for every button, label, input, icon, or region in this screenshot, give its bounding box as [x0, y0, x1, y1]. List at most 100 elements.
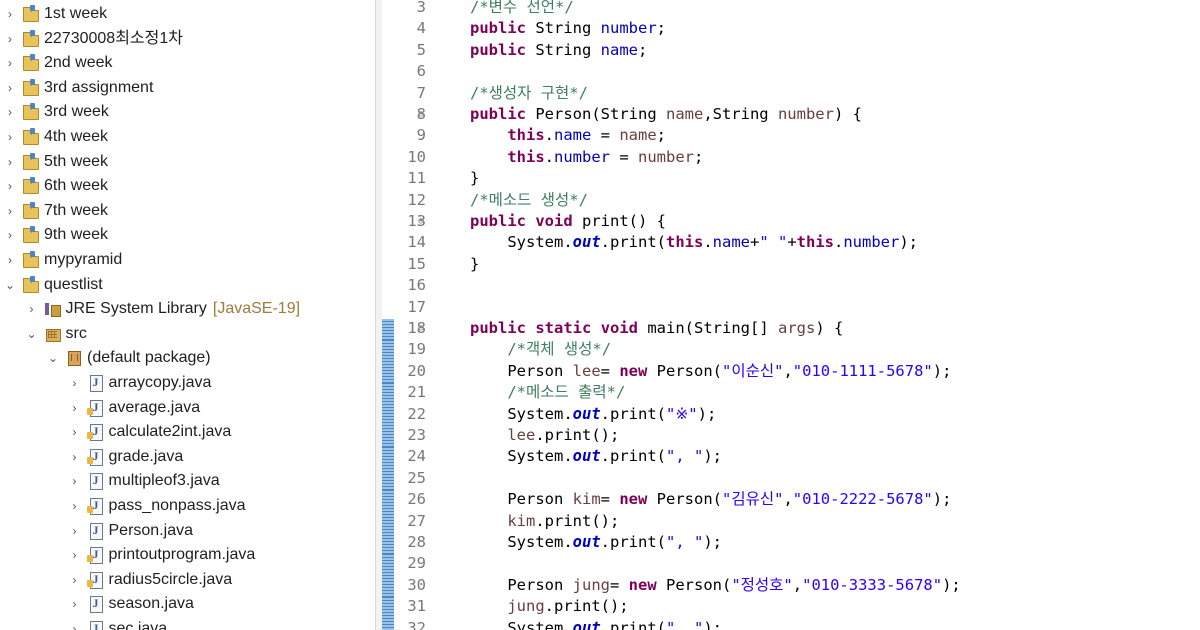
code-line[interactable]: 4 public String number; — [382, 18, 1200, 39]
chevron-right-icon[interactable]: › — [3, 7, 17, 21]
tree-item[interactable]: › sec.java — [0, 617, 375, 630]
tree-item[interactable]: ⌄ src — [0, 322, 375, 346]
code-editor[interactable]: 3 /*변수 선언*/ 4 public String number; 5 public … — [382, 0, 1200, 630]
code-token: ; — [656, 126, 666, 145]
tree-item[interactable]: › 3rd assignment — [0, 76, 375, 100]
chevron-right-icon[interactable]: › — [3, 130, 17, 144]
code-line[interactable]: 30 Person jung= new Person("정성호","010-33… — [382, 575, 1200, 596]
chevron-right-icon[interactable]: › — [68, 401, 82, 415]
tree-item[interactable]: › multipleof3.java — [0, 469, 375, 493]
tree-item-label: 3rd assignment — [44, 78, 154, 96]
tree-item[interactable]: › Person.java — [0, 519, 375, 543]
tree-item[interactable]: › mypyramid — [0, 248, 375, 272]
chevron-right-icon[interactable]: › — [68, 376, 82, 390]
code-line[interactable]: 18 ⊖ public static void main(String[] args… — [382, 318, 1200, 339]
tree-item[interactable]: › calculate2int.java — [0, 420, 375, 444]
code-line[interactable]: 22 System.out.print("※"); — [382, 404, 1200, 425]
chevron-right-icon[interactable]: › — [3, 204, 17, 218]
tree-item[interactable]: › 1st week — [0, 2, 375, 26]
tree-item[interactable]: › average.java — [0, 396, 375, 420]
code-line[interactable]: 25 — [382, 468, 1200, 489]
chevron-down-icon[interactable]: ⌄ — [3, 278, 17, 292]
chevron-down-icon[interactable]: ⌄ — [46, 351, 60, 365]
tree-item[interactable]: › 5th week — [0, 150, 375, 174]
code-line[interactable]: 15} — [382, 254, 1200, 275]
chevron-right-icon[interactable]: › — [68, 450, 82, 464]
chevron-right-icon[interactable]: › — [3, 56, 17, 70]
java-file-icon — [86, 423, 105, 442]
code-text: this.number = number; — [470, 147, 703, 168]
tree-item[interactable]: › JRE System Library [JavaSE-19] — [0, 297, 375, 321]
chevron-right-icon[interactable]: › — [3, 105, 17, 119]
tree-item[interactable]: › printoutprogram.java — [0, 543, 375, 567]
tree-item[interactable]: › radius5circle.java — [0, 568, 375, 592]
code-token: lee — [572, 361, 601, 380]
chevron-right-icon[interactable]: › — [68, 524, 82, 538]
code-line[interactable]: 32 System.out.print(", "); — [382, 618, 1200, 630]
chevron-right-icon[interactable]: › — [25, 302, 39, 316]
code-token: "010-1111-5678" — [792, 361, 933, 380]
code-line[interactable]: 16 — [382, 275, 1200, 296]
code-line[interactable]: 14 System.out.print(this.name+" "+this.n… — [382, 232, 1200, 253]
fold-collapse-icon[interactable]: ⊖ — [418, 211, 424, 232]
code-line[interactable]: 3 /*변수 선언*/ — [382, 0, 1200, 18]
chevron-right-icon[interactable]: › — [68, 573, 82, 587]
chevron-right-icon[interactable]: › — [3, 81, 17, 95]
code-line[interactable]: 9 this.name = name; — [382, 125, 1200, 146]
tree-item[interactable]: › 3rd week — [0, 100, 375, 124]
code-text: Person jung= new Person("정성호","010-3333-… — [470, 575, 960, 596]
code-line[interactable]: 11} — [382, 168, 1200, 189]
code-line[interactable]: 6 — [382, 61, 1200, 82]
tree-item[interactable]: › grade.java — [0, 445, 375, 469]
code-line[interactable]: 31 jung.print(); — [382, 596, 1200, 617]
tree-item[interactable]: ⌄ (default package) — [0, 346, 375, 370]
code-line[interactable]: 21 /*메소드 출력*/ — [382, 382, 1200, 403]
chevron-right-icon[interactable]: › — [3, 32, 17, 46]
code-line[interactable]: 7 /*생성자 구현*/ — [382, 83, 1200, 104]
chevron-right-icon[interactable]: › — [68, 597, 82, 611]
code-line[interactable]: 12 /*메소드 생성*/ — [382, 190, 1200, 211]
chevron-right-icon[interactable]: › — [3, 228, 17, 242]
chevron-right-icon[interactable]: › — [68, 499, 82, 513]
code-token: + — [787, 233, 797, 252]
chevron-right-icon[interactable]: › — [68, 425, 82, 439]
tree-item[interactable]: › 7th week — [0, 199, 375, 223]
tree-item[interactable]: › 2nd week — [0, 51, 375, 75]
code-line[interactable]: 8 ⊖ public Person(String name,String numbe… — [382, 104, 1200, 125]
tree-item[interactable]: ⌄ questlist — [0, 273, 375, 297]
code-line[interactable]: 5 public String name; — [382, 40, 1200, 61]
code-line[interactable]: 28 System.out.print(", "); — [382, 532, 1200, 553]
chevron-down-icon[interactable]: ⌄ — [25, 327, 39, 341]
tree-item[interactable]: › 4th week — [0, 125, 375, 149]
tree-item[interactable]: › 6th week — [0, 174, 375, 198]
chevron-right-icon[interactable]: › — [3, 253, 17, 267]
chevron-right-icon[interactable]: › — [68, 548, 82, 562]
code-line[interactable]: 24 System.out.print(", "); — [382, 446, 1200, 467]
code-line[interactable]: 27 kim.print(); — [382, 511, 1200, 532]
code-line[interactable]: 13 ⊖ public void print() { — [382, 211, 1200, 232]
fold-collapse-icon[interactable]: ⊖ — [418, 318, 424, 339]
code-token: Person( — [647, 490, 722, 509]
code-line[interactable]: 26 Person kim= new Person("김유신","010-222… — [382, 489, 1200, 510]
chevron-right-icon[interactable]: › — [68, 622, 82, 630]
line-number: 17 — [407, 297, 426, 316]
tree-item[interactable]: › season.java — [0, 592, 375, 616]
code-line[interactable]: 10 this.number = number; — [382, 147, 1200, 168]
tree-item[interactable]: › arraycopy.java — [0, 371, 375, 395]
fold-collapse-icon[interactable]: ⊖ — [418, 104, 424, 125]
code-line[interactable]: 23 lee.print(); — [382, 425, 1200, 446]
code-line[interactable]: 20 Person lee= new Person("이순신","010-111… — [382, 361, 1200, 382]
code-line[interactable]: 19 /*객체 생성*/ — [382, 339, 1200, 360]
tree-item[interactable]: › 22730008최소정1차 — [0, 27, 375, 51]
code-line[interactable]: 17 — [382, 297, 1200, 318]
tree-item[interactable]: › 9th week — [0, 223, 375, 247]
tree-item[interactable]: › pass_nonpass.java — [0, 494, 375, 518]
code-token: + — [749, 233, 760, 252]
chevron-right-icon[interactable]: › — [3, 155, 17, 169]
chevron-right-icon[interactable]: › — [3, 179, 17, 193]
code-line[interactable]: 29 — [382, 553, 1200, 574]
chevron-right-icon[interactable]: › — [68, 474, 82, 488]
code-token: ); — [932, 490, 952, 509]
java-project-icon — [22, 29, 40, 48]
